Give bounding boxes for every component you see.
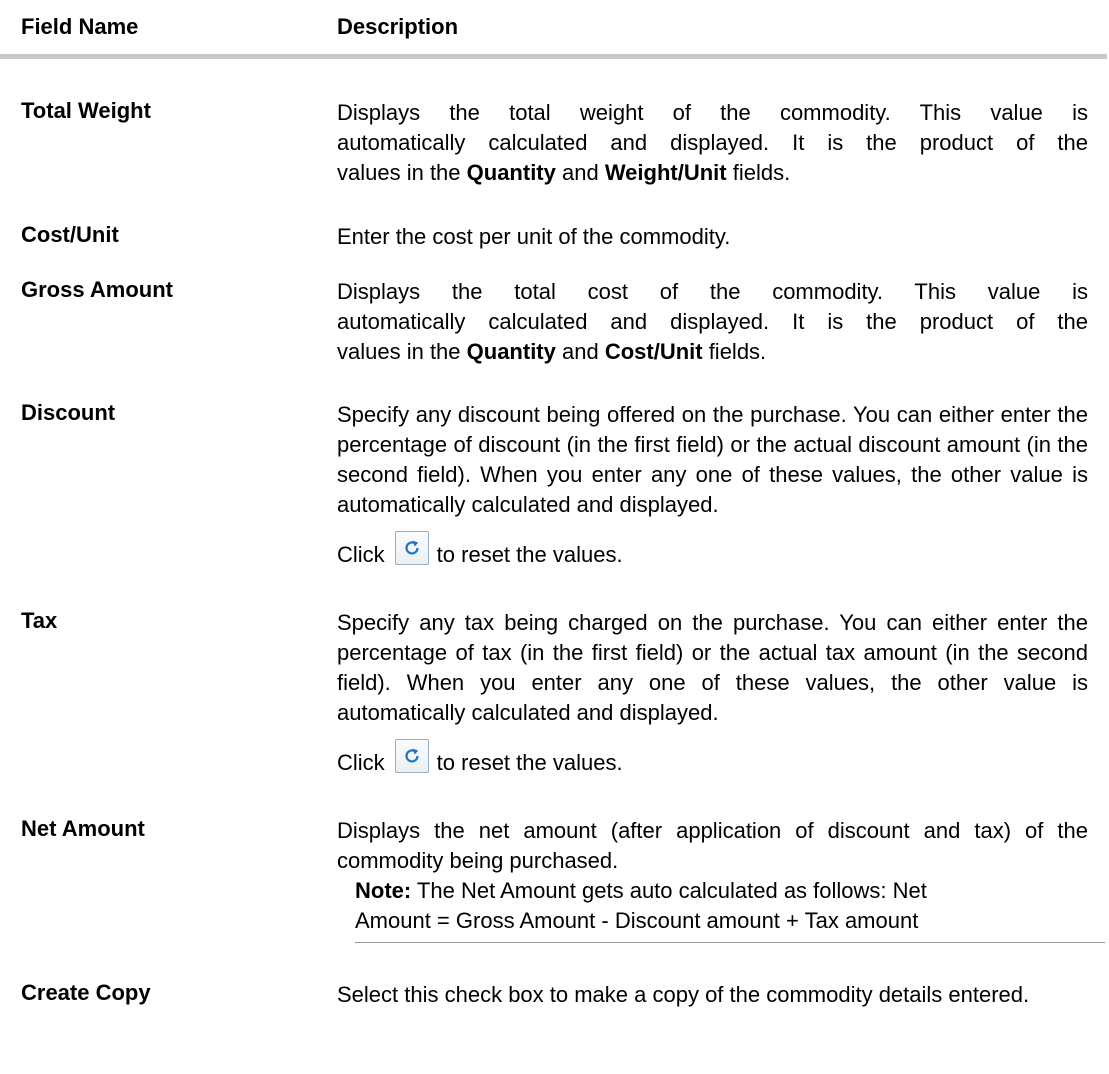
reset-instruction: Click to reset the values. (337, 531, 1088, 575)
field-name: Create Copy (21, 980, 151, 1005)
bold-term: Weight/Unit (604, 160, 727, 185)
field-name: Total Weight (21, 98, 151, 123)
note-label: Note: (355, 878, 412, 903)
field-name: Net Amount (21, 816, 145, 841)
reset-icon[interactable] (394, 739, 429, 774)
note-text: Amount = Gross Amount - Discount amount … (355, 908, 919, 933)
field-name: Discount (21, 400, 116, 425)
field-description: Select this check box to make a copy of … (337, 982, 1030, 1007)
bold-term: Quantity (466, 160, 556, 185)
field-name: Tax (21, 608, 58, 633)
field-description: Specify any tax being charged on the pur… (337, 610, 1088, 725)
field-description: Displays the total cost of the commodity… (337, 279, 1088, 364)
field-description: Enter the cost per unit of the commodity… (337, 224, 731, 249)
header-field-name: Field Name (21, 14, 139, 39)
reset-icon[interactable] (394, 531, 429, 566)
header-description: Description (337, 14, 459, 39)
note-text: The Net Amount gets auto calculated as f… (411, 878, 927, 903)
field-description: Displays the total weight of the commodi… (337, 100, 1088, 185)
field-name: Cost/Unit (21, 222, 119, 247)
field-description: Specify any discount being offered on th… (337, 402, 1088, 517)
bold-term: Quantity (466, 339, 556, 364)
note-box: Note: The Net Amount gets auto calculate… (355, 876, 1105, 943)
bold-term: Cost/Unit (604, 339, 703, 364)
reset-instruction: Click to reset the values. (337, 739, 1088, 783)
table-header: Field Name Description (0, 0, 1107, 59)
field-description: Displays the net amount (after applicati… (337, 818, 1088, 873)
field-name: Gross Amount (21, 277, 173, 302)
